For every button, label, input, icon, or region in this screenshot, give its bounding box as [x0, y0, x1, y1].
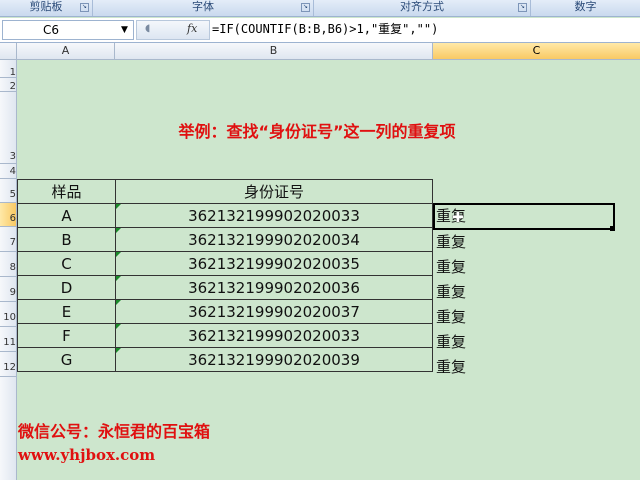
ribbon-group-alignment[interactable]: 对齐方式 ↘	[314, 0, 531, 16]
error-indicator-icon[interactable]	[116, 276, 121, 281]
footer-website[interactable]: www.yhjbox.com	[18, 446, 155, 464]
formula-input[interactable]: =IF(COUNTIF(B:B,B6)>1,"重复","")	[212, 20, 636, 38]
sheet-title[interactable]: 举例：查找“身份证号”这一列的重复项	[17, 118, 617, 142]
ribbon-group-label: 字体	[192, 0, 214, 13]
formula-resize-icon[interactable]: ◖	[145, 23, 150, 34]
dialog-launcher-icon[interactable]: ↘	[518, 3, 527, 12]
row-header-3[interactable]: 3	[0, 92, 17, 164]
formula-controls: ◖ fx	[136, 20, 210, 40]
error-indicator-icon[interactable]	[116, 300, 121, 305]
name-box-value: C6	[43, 23, 60, 37]
id-cell[interactable]: 362132199902020039	[115, 347, 433, 372]
name-box[interactable]: C6 ▼	[2, 20, 134, 40]
data-table: 样品 身份证号 A 362132199902020033 B 362132199…	[17, 179, 433, 372]
result-cell[interactable]: 重复	[436, 306, 466, 327]
formula-bar: C6 ▼ ◖ fx =IF(COUNTIF(B:B,B6)>1,"重复","")	[0, 18, 640, 43]
dialog-launcher-icon[interactable]: ↘	[301, 3, 310, 12]
result-cell[interactable]: 重复	[436, 256, 466, 277]
result-cell[interactable]: 重复	[436, 356, 466, 377]
table-header-row: 样品 身份证号	[17, 179, 433, 204]
id-cell[interactable]: 362132199902020036	[115, 275, 433, 300]
row-header-rest	[0, 377, 17, 480]
id-value: 362132199902020034	[188, 230, 360, 249]
sample-cell[interactable]: C	[17, 251, 116, 276]
result-cell[interactable]: 重复	[436, 331, 466, 352]
id-cell[interactable]: 362132199902020033	[115, 323, 433, 348]
insert-function-button[interactable]: fx	[187, 22, 197, 35]
row-header-5[interactable]: 5	[0, 179, 17, 203]
column-header-c[interactable]: C	[433, 43, 640, 60]
ribbon-group-font[interactable]: 字体 ↘	[93, 0, 314, 16]
result-cell[interactable]: 重复	[436, 281, 466, 302]
dialog-launcher-icon[interactable]: ↘	[80, 3, 89, 12]
ribbon-group-label: 剪贴板	[29, 0, 63, 13]
id-value: 362132199902020036	[188, 278, 360, 297]
sample-cell[interactable]: F	[17, 323, 116, 348]
id-value: 362132199902020035	[188, 254, 360, 273]
column-header-a[interactable]: A	[17, 43, 115, 60]
row-header-12[interactable]: 12	[0, 352, 17, 377]
error-indicator-icon[interactable]	[116, 228, 121, 233]
error-indicator-icon[interactable]	[116, 204, 121, 209]
id-cell[interactable]: 362132199902020037	[115, 299, 433, 324]
id-cell[interactable]: 362132199902020033	[115, 203, 433, 228]
table-row: A 362132199902020033	[17, 203, 433, 228]
cell-cursor-icon: ✚	[452, 210, 464, 226]
result-cell[interactable]: 重复	[436, 231, 466, 252]
column-header-b[interactable]: B	[115, 43, 433, 60]
table-row: E 362132199902020037	[17, 299, 433, 324]
row-header-9[interactable]: 9	[0, 277, 17, 302]
fill-handle[interactable]	[610, 226, 615, 231]
table-row: C 362132199902020035	[17, 251, 433, 276]
select-all-corner[interactable]	[0, 43, 17, 60]
id-cell[interactable]: 362132199902020035	[115, 251, 433, 276]
row-header-6[interactable]: 6	[0, 203, 17, 227]
id-value: 362132199902020039	[188, 350, 360, 369]
id-cell[interactable]: 362132199902020034	[115, 227, 433, 252]
row-header-10[interactable]: 10	[0, 302, 17, 327]
sample-cell[interactable]: E	[17, 299, 116, 324]
ribbon-bar: 剪贴板 ↘ 字体 ↘ 对齐方式 ↘ 数字	[0, 0, 640, 17]
row-header-7[interactable]: 7	[0, 227, 17, 252]
error-indicator-icon[interactable]	[116, 348, 121, 353]
header-cell-id[interactable]: 身份证号	[115, 179, 433, 204]
error-indicator-icon[interactable]	[116, 252, 121, 257]
row-header-11[interactable]: 11	[0, 327, 17, 352]
row-header-8[interactable]: 8	[0, 252, 17, 277]
table-row: F 362132199902020033	[17, 323, 433, 348]
table-row: B 362132199902020034	[17, 227, 433, 252]
sample-cell[interactable]: G	[17, 347, 116, 372]
sample-cell[interactable]: D	[17, 275, 116, 300]
table-row: G 362132199902020039	[17, 347, 433, 372]
footer-wechat[interactable]: 微信公号：永恒君的百宝箱	[18, 418, 210, 442]
table-row: D 362132199902020036	[17, 275, 433, 300]
id-value: 362132199902020037	[188, 302, 360, 321]
ribbon-group-label: 对齐方式	[400, 0, 444, 13]
error-indicator-icon[interactable]	[116, 324, 121, 329]
row-header-4[interactable]: 4	[0, 164, 17, 179]
id-value: 362132199902020033	[188, 206, 360, 225]
id-value: 362132199902020033	[188, 326, 360, 345]
chevron-down-icon[interactable]: ▼	[121, 21, 128, 39]
sample-cell[interactable]: A	[17, 203, 116, 228]
row-header-1[interactable]: 1	[0, 60, 17, 78]
sample-cell[interactable]: B	[17, 227, 116, 252]
row-header-2[interactable]: 2	[0, 78, 17, 92]
ribbon-group-label: 数字	[574, 0, 597, 13]
ribbon-group-number[interactable]: 数字	[531, 0, 640, 16]
header-cell-sample[interactable]: 样品	[17, 179, 116, 204]
ribbon-group-clipboard[interactable]: 剪贴板 ↘	[0, 0, 93, 16]
